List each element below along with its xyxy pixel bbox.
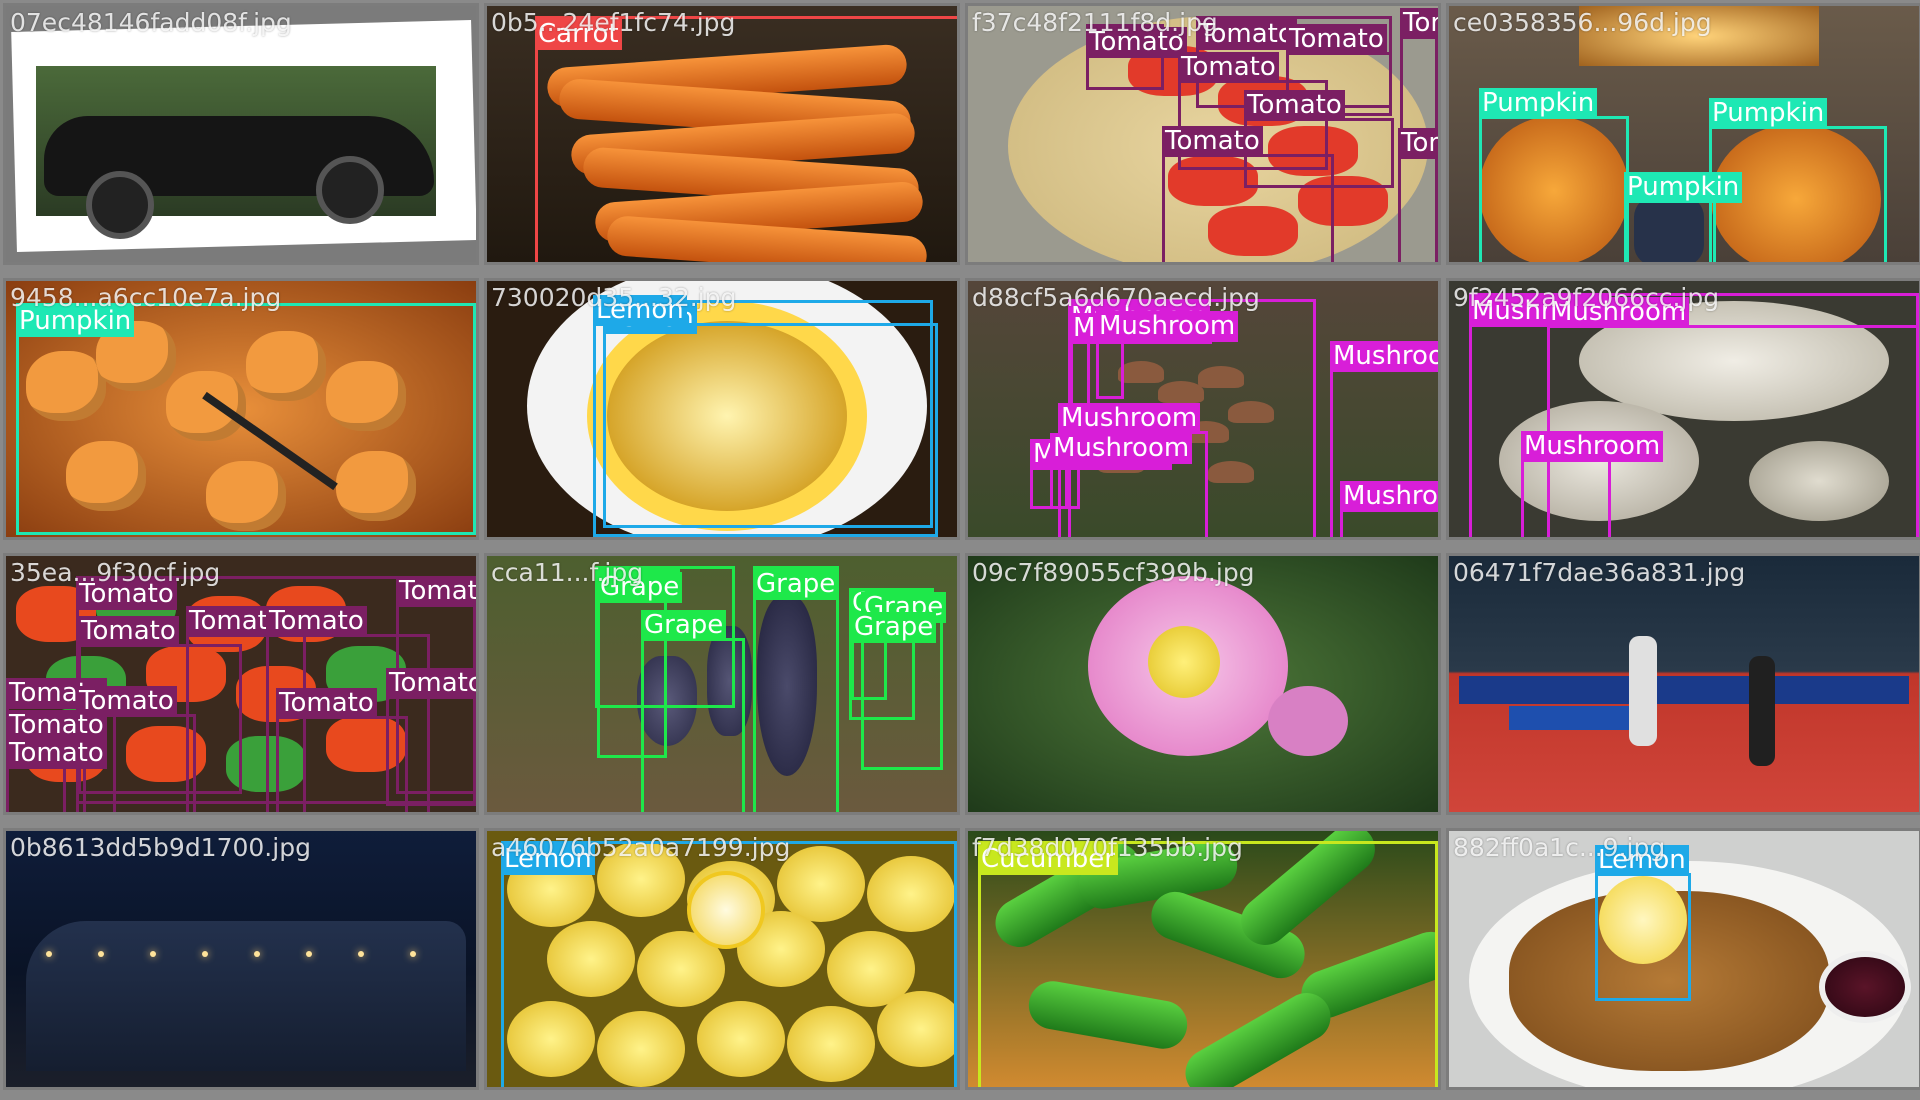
detection-box-mushroom: Mushroom	[1050, 433, 1193, 509]
detection-box-mushroom: Mushroom	[1521, 431, 1664, 537]
detection-label: Grape	[641, 610, 727, 641]
image-filename: 06471f7dae36a831.jpg	[1453, 558, 1746, 587]
detection-label: Pumpkin	[1624, 172, 1743, 203]
image-filename: 9f2452a9f2066cc.jpg	[1453, 283, 1720, 312]
detection-box-grape: Grape	[641, 610, 745, 812]
detection-box-lemon: Lemon	[501, 841, 957, 1087]
image-content-building-night	[6, 831, 476, 1087]
detection-label: Mushroom	[1096, 311, 1239, 342]
detection-label: Tomato	[276, 688, 377, 719]
detection-label: Mushroom	[1058, 403, 1201, 434]
detection-label: Tomato	[1286, 24, 1387, 55]
image-tile[interactable]: 35ea...9f30cf.jpgTomatoTomatoTomatoTomat…	[3, 553, 479, 815]
detection-label: Tomato	[78, 616, 179, 647]
image-tile[interactable]: cca11...f.jpgGrapeGrapeGrapeGrapeGrapeGr…	[484, 553, 960, 815]
image-tile[interactable]: 9458...a6cc10e7a.jpg Pumpkin	[3, 278, 479, 540]
image-filename: a46076b52a0a7199.jpg	[491, 833, 791, 862]
image-filename: f37c48f2111f8d.jpg	[972, 8, 1218, 37]
detection-label: Grape	[851, 612, 937, 643]
image-filename: 07ec48146fadd08f.jpg	[10, 8, 292, 37]
detection-label: Tomato	[1398, 128, 1438, 159]
detection-box-grape: Grape	[753, 566, 839, 812]
detection-label: Mushroom	[1330, 341, 1438, 372]
detection-box-mushroom: Mushroom	[1070, 313, 1213, 411]
detection-label: Tomato	[1162, 126, 1263, 157]
image-tile[interactable]: 882ff0a1c...9.jpg Lemon	[1446, 828, 1920, 1090]
image-filename: 9458...a6cc10e7a.jpg	[10, 283, 282, 312]
detection-box-tomato: Tomato	[1400, 8, 1438, 136]
image-tile[interactable]: a46076b52a0a7199.jpg Lemon	[484, 828, 960, 1090]
image-content-table-tennis	[1449, 556, 1919, 812]
detection-mosaic: 07ec48146fadd08f.jpg 0b5...24ef1fc74.jpg…	[0, 0, 1920, 1100]
detection-box-carrot: Carrot	[535, 16, 957, 262]
detection-label: Pumpkin	[1709, 98, 1828, 129]
image-filename: 0b8613dd5b9d1700.jpg	[10, 833, 311, 862]
image-tile[interactable]: 07ec48146fadd08f.jpg	[3, 3, 479, 265]
detection-label: Mushroom	[1050, 433, 1193, 464]
image-content-car	[6, 6, 476, 262]
image-filename: 0b5...24ef1fc74.jpg	[491, 8, 736, 37]
image-tile[interactable]: 9f2452a9f2066cc.jpg Mushroom Mushroom Mushr…	[1446, 278, 1920, 540]
image-filename: f7d38d070f135bb.jpg	[972, 833, 1243, 862]
image-content-flower	[968, 556, 1438, 812]
detection-label: Tomato	[1178, 52, 1279, 83]
detection-box-pumpkin: Pumpkin	[1479, 88, 1629, 262]
image-tile[interactable]: 09c7f89055cf399b.jpg	[965, 553, 1441, 815]
detection-box-grape: Grape	[851, 612, 937, 700]
detection-box-lemon: Lemon	[593, 295, 938, 537]
detection-box-pumpkin: Pumpkin	[16, 303, 476, 535]
detection-box-pumpkin: Pumpkin	[1624, 172, 1743, 262]
image-tile[interactable]: 06471f7dae36a831.jpg	[1446, 553, 1920, 815]
image-filename: ce0358356...96d.jpg	[1453, 8, 1712, 37]
detection-label: Tomato	[1400, 8, 1438, 39]
detection-label: Grape	[753, 569, 839, 600]
detection-box-tomato: Tomato	[1398, 128, 1438, 262]
detection-label: Tomato	[6, 710, 107, 741]
detection-label: Tomato	[266, 606, 367, 637]
detection-label: Tomato	[386, 668, 476, 699]
image-filename: d88cf5a6d670aecd.jpg	[972, 283, 1260, 312]
image-filename: 882ff0a1c...9.jpg	[1453, 833, 1666, 862]
detection-box-tomato: Tomato	[6, 738, 107, 812]
detection-label: Mushroom	[1521, 431, 1664, 462]
image-tile[interactable]: ce0358356...96d.jpg Pumpkin Pumpkin Pumpkin	[1446, 3, 1920, 265]
image-tile[interactable]: 0b8613dd5b9d1700.jpg	[3, 828, 479, 1090]
detection-box-tomato: Tomato	[1162, 126, 1334, 262]
detection-box-cucumber: Cucumber	[978, 841, 1438, 1087]
image-tile[interactable]: 0b5...24ef1fc74.jpg Carrot	[484, 3, 960, 265]
image-tile[interactable]: f7d38d070f135bb.jpg Cucumber	[965, 828, 1441, 1090]
image-filename: 730020d35...32.jpg	[491, 283, 737, 312]
image-tile[interactable]: d88cf5a6d670aecd.jpg Mushroom Mushroom Mush…	[965, 278, 1441, 540]
image-filename: 35ea...9f30cf.jpg	[10, 558, 221, 587]
image-tile[interactable]: 730020d35...32.jpgLemonLemon	[484, 278, 960, 540]
detection-box-tomato: Tomato	[276, 688, 408, 812]
image-tile[interactable]: f37c48f2111f8d.jpg Tomato Tomato Tomato Toma…	[965, 3, 1441, 265]
detection-label: Tomato	[396, 576, 476, 607]
detection-box-mushroom: Mushroom	[1096, 311, 1239, 399]
detection-box-mushroom: Mushroom	[1340, 481, 1438, 537]
detection-box-lemon: Lemon	[1595, 845, 1691, 1001]
detection-label: Tomato	[6, 738, 107, 769]
detection-label: Mushroom	[1340, 481, 1438, 512]
detection-label: Pumpkin	[1479, 88, 1598, 119]
detection-label: Tomato	[1244, 90, 1345, 121]
image-filename: cca11...f.jpg	[491, 558, 644, 587]
image-filename: 09c7f89055cf399b.jpg	[972, 558, 1255, 587]
